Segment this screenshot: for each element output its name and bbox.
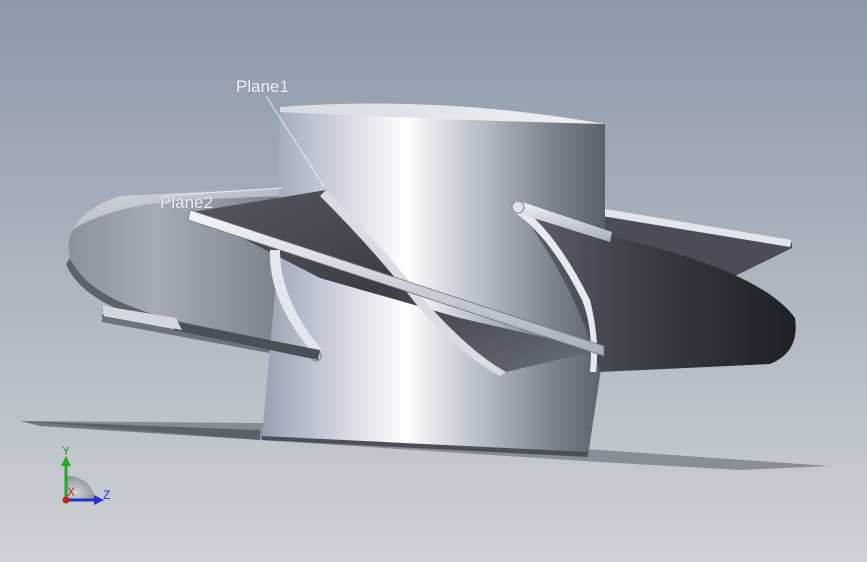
x-axis-label: X — [67, 485, 75, 499]
plane1-label: Plane1 — [236, 77, 289, 96]
graphics-viewport[interactable]: Plane1 Plane2 Y Z X — [0, 0, 867, 562]
plane2-label: Plane2 — [160, 193, 213, 212]
y-axis-label: Y — [62, 444, 70, 458]
z-axis-label: Z — [103, 488, 110, 502]
